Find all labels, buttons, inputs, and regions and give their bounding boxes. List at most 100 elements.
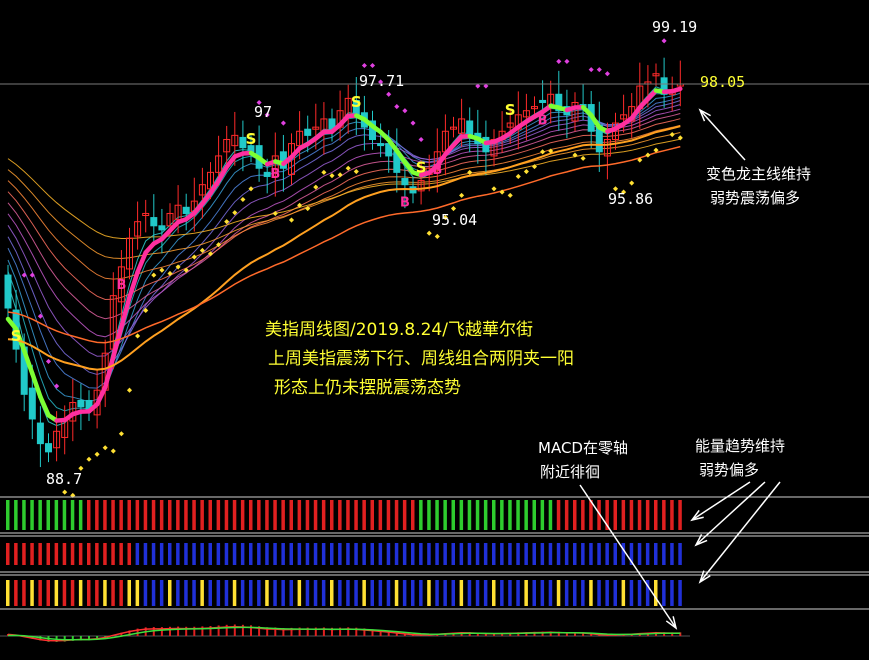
- strip2-bar: [168, 543, 172, 565]
- strip1-bar: [313, 500, 318, 530]
- strip2-bar: [224, 543, 229, 565]
- strip3-bar: [605, 580, 609, 606]
- strip3-bar: [265, 580, 269, 606]
- strip1-bar: [483, 500, 488, 530]
- support-dot: [337, 172, 343, 178]
- strip1-bar: [208, 500, 212, 530]
- strip2-bar: [645, 543, 650, 565]
- macd-note-2: 附近徘徊: [540, 463, 601, 481]
- strip3-bar: [564, 580, 569, 606]
- strip2-bar: [265, 543, 269, 565]
- support-dot: [135, 333, 141, 339]
- resistance-dot: [369, 62, 376, 69]
- ma-ribbon-line: [7, 124, 681, 280]
- support-dot: [669, 132, 675, 138]
- strip2-bar: [581, 543, 585, 565]
- strip1-bar: [500, 500, 504, 530]
- price-9771-label: 97.71: [359, 72, 405, 90]
- strip1-bar: [564, 500, 569, 530]
- support-dot: [467, 169, 473, 175]
- candle-body: [45, 443, 52, 453]
- energy-arrow-1-head: [690, 509, 704, 522]
- strip3-bar: [232, 580, 237, 606]
- strip1-bar: [30, 500, 34, 530]
- strip1-bar: [613, 500, 617, 530]
- strip1-bar: [38, 500, 42, 530]
- candle-body: [28, 387, 36, 420]
- strip1-bar: [427, 500, 431, 530]
- strip1-bar: [127, 500, 131, 530]
- strip1-bar: [346, 500, 350, 530]
- strip1-bar: [111, 500, 115, 530]
- strip3-bar: [127, 580, 131, 606]
- strip1-bar: [249, 500, 253, 530]
- dragon-main-line: [669, 86, 683, 94]
- strip3-bar: [297, 580, 302, 606]
- strip3-bar: [289, 580, 293, 606]
- strip2-bar: [573, 543, 577, 565]
- candle-body: [182, 206, 190, 214]
- strip1-bar: [119, 500, 123, 530]
- strip3-bar: [508, 580, 512, 606]
- strip1-bar: [662, 500, 666, 530]
- macd-note-arrow: [579, 484, 677, 629]
- strip3-bar: [402, 580, 407, 606]
- strip2-bar: [281, 543, 285, 565]
- strip2-bar: [394, 543, 399, 565]
- strip2-bar: [119, 543, 123, 565]
- strip2-bar: [500, 543, 504, 565]
- support-dot: [102, 445, 108, 451]
- strip3-bar: [200, 580, 204, 606]
- strip2-bar: [22, 543, 26, 565]
- strip3-bar: [467, 580, 472, 606]
- support-dot: [191, 254, 197, 260]
- ma-ribbon-line: [7, 138, 681, 239]
- strip3-bar: [597, 580, 601, 606]
- strip2-bar: [30, 543, 34, 565]
- strip1-bar: [532, 500, 536, 530]
- support-dot: [321, 169, 327, 175]
- strip2-bar: [208, 543, 212, 565]
- candle-body: [466, 120, 474, 136]
- support-dot: [523, 168, 529, 175]
- support-dot: [426, 230, 432, 236]
- strip1-bar: [637, 500, 642, 530]
- strip1-bar: [443, 500, 447, 530]
- strip2-bar: [419, 543, 423, 565]
- buy-signal: B: [400, 196, 410, 211]
- strip2-bar: [589, 543, 593, 565]
- buy-signal: B: [116, 278, 126, 293]
- strip2-bar: [62, 543, 67, 565]
- strip2-bar: [289, 543, 293, 565]
- strip3-bar: [281, 580, 285, 606]
- strip1-bar: [151, 500, 156, 530]
- strip2-bar: [111, 543, 115, 565]
- strip1-bar: [176, 500, 180, 530]
- strip3-bar: [451, 580, 455, 606]
- strip1-bar: [216, 500, 221, 530]
- strip3-bar: [532, 580, 536, 606]
- strip2-bar: [621, 543, 626, 565]
- resistance-dot: [564, 58, 570, 64]
- strip3-bar: [419, 580, 423, 606]
- strip1-bar: [200, 500, 204, 530]
- resistance-dot: [556, 58, 562, 64]
- strip1-bar: [670, 500, 674, 530]
- strip2-bar: [564, 543, 569, 565]
- high-price-label: 99.19: [652, 18, 698, 36]
- strip2-bar: [95, 543, 99, 565]
- strip3-bar: [216, 580, 221, 606]
- strip2-bar: [192, 543, 196, 565]
- strip1-bar: [273, 500, 277, 530]
- strip3-bar: [273, 580, 277, 606]
- strip3-bar: [500, 580, 504, 606]
- support-dot: [94, 451, 100, 457]
- strip3-bar: [135, 580, 140, 606]
- strip1-bar: [516, 500, 520, 530]
- strip3-bar: [459, 580, 464, 606]
- price-9586-label: 95.86: [608, 190, 654, 208]
- strip2-bar: [151, 543, 156, 565]
- strip3-bar: [394, 580, 399, 606]
- strip1-bar: [654, 500, 658, 530]
- macd-note-arrow-head: [665, 616, 678, 630]
